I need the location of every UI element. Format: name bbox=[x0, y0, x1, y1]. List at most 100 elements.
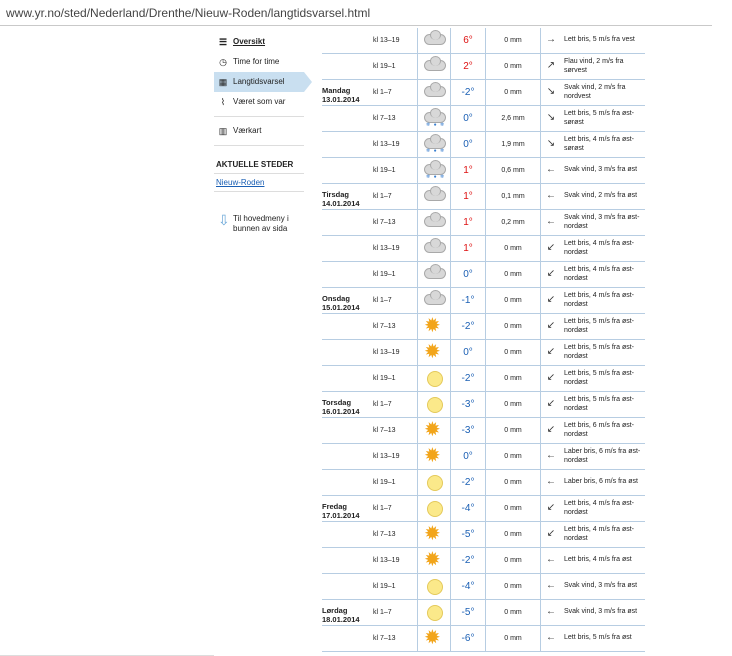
forecast-row: kl 13–19 1° 0 mm ↙ Lett bris, 4 m/s fra øst-… bbox=[322, 235, 645, 262]
forecast-row: kl 19–1 -4° 0 mm ← Svak vind, 3 m/s fra øst bbox=[322, 573, 645, 600]
forecast-row: kl 13–19 6° 0 mm → Lett bris, 5 m/s fra vest bbox=[322, 28, 645, 54]
cloud-icon bbox=[422, 263, 446, 283]
temperature-cell: -5° bbox=[450, 521, 486, 548]
period-cell: kl 13–19 bbox=[373, 339, 418, 366]
url-text: www.yr.no/sted/Nederland/Drenthe/Nieuw-R… bbox=[6, 6, 371, 20]
wind-arrow-icon: ← bbox=[546, 605, 556, 617]
temperature-cell: -5° bbox=[450, 599, 486, 626]
forecast-row: kl 7–13 ✹ -5° 0 mm ↙ Lett bris, 4 m/s fra øst… bbox=[322, 521, 645, 548]
divider bbox=[214, 173, 304, 174]
address-bar[interactable]: www.yr.no/sted/Nederland/Drenthe/Nieuw-R… bbox=[0, 0, 712, 26]
symbol-cell bbox=[417, 183, 451, 210]
sun-icon: ✹ bbox=[424, 314, 441, 337]
wind-description: Svak vind, 3 m/s fra øst bbox=[564, 166, 638, 174]
sun-icon: ✹ bbox=[424, 418, 441, 441]
precipitation-cell: 0 mm bbox=[485, 625, 541, 652]
wind-description: Lett bris, 5 m/s fra vest bbox=[564, 36, 635, 44]
day-cell bbox=[322, 105, 373, 132]
blank-left-area bbox=[0, 27, 214, 656]
precipitation-cell: 0 mm bbox=[485, 235, 541, 262]
temperature-cell: -6° bbox=[450, 625, 486, 652]
temperature-cell: -4° bbox=[450, 495, 486, 522]
day-cell: Lørdag 18.01.2014 bbox=[322, 599, 373, 626]
back-to-main-menu-link[interactable]: ⇩ Til hovedmeny i bunnen av sida bbox=[214, 213, 304, 234]
day-cell bbox=[322, 53, 373, 80]
day-cell bbox=[322, 157, 373, 184]
wind-cell: ↙ Lett bris, 4 m/s fra øst-nordøst bbox=[540, 287, 645, 314]
day-cell: Torsdag 16.01.2014 bbox=[322, 391, 373, 418]
wind-arrow-icon: ↙ bbox=[546, 397, 556, 409]
day-cell: Tirsdag 14.01.2014 bbox=[322, 183, 373, 210]
location-link[interactable]: Nieuw-Roden bbox=[214, 178, 304, 187]
sidebar-item-langtidsvarsel[interactable]: ▦ Langtidsvarsel bbox=[214, 72, 312, 92]
precipitation-cell: 0,6 mm bbox=[485, 157, 541, 184]
wind-cell: ← Lett bris, 4 m/s fra øst bbox=[540, 547, 645, 574]
cloud-icon bbox=[422, 55, 446, 75]
sidebar-item-label: Oversikt bbox=[233, 37, 266, 46]
wind-arrow-icon: ← bbox=[546, 189, 556, 201]
day-cell bbox=[322, 521, 373, 548]
sun-icon: ✹ bbox=[424, 444, 441, 467]
cloud-icon bbox=[422, 211, 446, 231]
symbol-cell bbox=[417, 261, 451, 288]
day-cell bbox=[322, 313, 373, 340]
sidebar-item-vaerkart[interactable]: ▥ Værkart bbox=[214, 121, 304, 141]
forecast-row: Onsdag 15.01.2014 kl 1–7 -1° 0 mm ↙ Lett bris,… bbox=[322, 287, 645, 314]
wind-description: Lett bris, 4 m/s fra øst-nordøst bbox=[564, 266, 635, 282]
wind-cell: ↙ Lett bris, 5 m/s fra øst-nordøst bbox=[540, 339, 645, 366]
temperature-cell: 0° bbox=[450, 105, 486, 132]
forecast-row: kl 19–1 0° 0 mm ↙ Lett bris, 4 m/s fra øst-n… bbox=[322, 261, 645, 288]
wind-description: Flau vind, 2 m/s fra sørvest bbox=[564, 58, 624, 74]
forecast-table: kl 13–19 6° 0 mm → Lett bris, 5 m/s fra vest… bbox=[322, 28, 645, 652]
sidebar: ☰ Oversikt ◷ Time for time ▦ Langtidsvar… bbox=[214, 32, 312, 234]
calendar-icon: ▦ bbox=[218, 77, 228, 87]
wind-cell: ← Lett bris, 5 m/s fra øst bbox=[540, 625, 645, 652]
wind-description: Svak vind, 3 m/s fra øst bbox=[564, 582, 638, 590]
symbol-cell: ❄ ● ❄ bbox=[417, 157, 451, 184]
back-menu-label: Til hovedmeny i bunnen av sida bbox=[233, 214, 289, 233]
precipitation-cell: 1,9 mm bbox=[485, 131, 541, 158]
forecast-row: kl 7–13 ✹ -6° 0 mm ← Lett bris, 5 m/s fra øst bbox=[322, 625, 645, 652]
precipitation-cell: 0,1 mm bbox=[485, 183, 541, 210]
period-cell: kl 7–13 bbox=[373, 417, 418, 444]
sidebar-item-label: Time for time bbox=[233, 57, 280, 66]
wind-arrow-icon: ← bbox=[546, 215, 556, 227]
sidebar-item-vaeret-som-var[interactable]: ⌇ Været som var bbox=[214, 92, 304, 112]
forecast-row: Lørdag 18.01.2014 kl 1–7 -5° 0 mm ← Svak vind,… bbox=[322, 599, 645, 626]
wind-description: Lett bris, 6 m/s fra øst-nordøst bbox=[564, 422, 635, 438]
temperature-cell: 1° bbox=[450, 183, 486, 210]
temperature-cell: -4° bbox=[450, 573, 486, 600]
period-cell: kl 13–19 bbox=[373, 235, 418, 262]
forecast-row: Torsdag 16.01.2014 kl 1–7 -3° 0 mm ↙ Lett bris… bbox=[322, 391, 645, 418]
wind-arrow-icon: ← bbox=[546, 579, 556, 591]
sidebar-item-time-for-time[interactable]: ◷ Time for time bbox=[214, 52, 304, 72]
wind-cell: ↙ Lett bris, 5 m/s fra øst-nordøst bbox=[540, 365, 645, 392]
wind-description: Lett bris, 4 m/s fra øst-nordøst bbox=[564, 500, 635, 516]
wind-cell: ↙ Lett bris, 5 m/s fra øst-nordøst bbox=[540, 313, 645, 340]
sun-icon: ✹ bbox=[424, 522, 441, 545]
period-cell: kl 13–19 bbox=[373, 443, 418, 470]
wind-arrow-icon: ↙ bbox=[546, 371, 556, 383]
day-date: 13.01.2014 bbox=[322, 94, 360, 104]
precipitation-cell: 0 mm bbox=[485, 287, 541, 314]
day-name: Onsdag bbox=[322, 293, 350, 303]
symbol-cell bbox=[417, 28, 451, 54]
precipitation-cell: 0 mm bbox=[485, 547, 541, 574]
symbol-cell bbox=[417, 287, 451, 314]
sun-icon: ✹ bbox=[424, 340, 441, 363]
day-date: 15.01.2014 bbox=[322, 302, 360, 312]
day-cell bbox=[322, 28, 373, 54]
wind-arrow-icon: → bbox=[546, 33, 556, 45]
symbol-cell bbox=[417, 495, 451, 522]
clear-night-icon bbox=[422, 577, 446, 595]
wind-arrow-icon: ↙ bbox=[546, 241, 556, 253]
period-cell: kl 13–19 bbox=[373, 28, 418, 54]
sleet-icon: ❄ ● ❄ bbox=[422, 133, 446, 154]
temperature-cell: -3° bbox=[450, 391, 486, 418]
sidebar-item-oversikt[interactable]: ☰ Oversikt bbox=[214, 32, 304, 52]
wind-cell: ↘ Svak vind, 2 m/s fra nordvest bbox=[540, 79, 645, 106]
wind-description: Lett bris, 4 m/s fra øst-nordøst bbox=[564, 240, 635, 256]
temperature-cell: -2° bbox=[450, 365, 486, 392]
temperature-cell: -1° bbox=[450, 287, 486, 314]
graph-icon: ⌇ bbox=[220, 97, 226, 107]
